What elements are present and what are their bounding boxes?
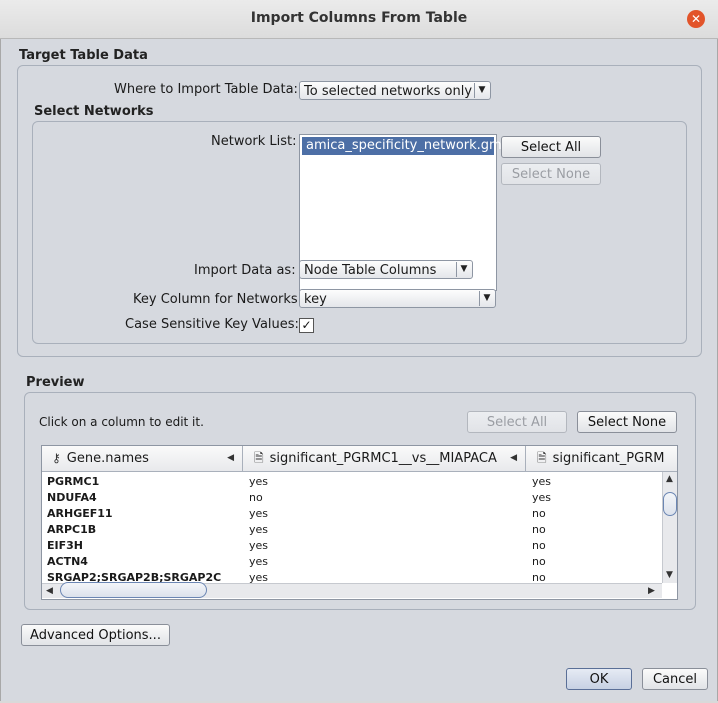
preview-hint: Click on a column to edit it.	[39, 415, 204, 429]
table-header: ⚷ Gene.names ◀ 🗎 significant_PGRMC1__vs__M…	[42, 446, 677, 472]
case-sensitive-label: Case Sensitive Key Values:	[125, 317, 299, 332]
ok-button[interactable]: OK	[566, 668, 632, 690]
column-header-significant-1[interactable]: 🗎 significant_PGRMC1__vs__MIAPACA ◀	[244, 446, 526, 471]
where-to-import-value: To selected networks only	[304, 84, 473, 99]
table-row[interactable]: ARHGEF11 yes no	[42, 506, 662, 522]
column-header-significant-2[interactable]: 🗎 significant_PGRM	[527, 446, 677, 471]
table-row[interactable]: ACTN4 yes no	[42, 554, 662, 570]
scroll-up-icon[interactable]: ▲	[666, 474, 673, 484]
title-bar: Import Columns From Table ✕	[0, 0, 718, 39]
close-icon[interactable]: ✕	[687, 10, 705, 28]
case-sensitive-checkbox[interactable]: ✓	[299, 318, 314, 333]
preview-select-none-button[interactable]: Select None	[577, 411, 677, 433]
advanced-options-button[interactable]: Advanced Options...	[21, 624, 170, 646]
scroll-right-icon[interactable]: ▶	[648, 586, 655, 596]
table-row[interactable]: NDUFA4 no yes	[42, 490, 662, 506]
key-column-label: Key Column for Networks:	[133, 292, 303, 307]
import-data-as-value: Node Table Columns	[304, 263, 437, 278]
where-to-import-combo[interactable]: To selected networks only ▼	[299, 81, 491, 100]
cancel-button[interactable]: Cancel	[642, 668, 708, 690]
chevron-down-icon: ▼	[456, 262, 471, 277]
preview-table[interactable]: ⚷ Gene.names ◀ 🗎 significant_PGRMC1__vs__M…	[41, 445, 678, 600]
key-column-combo[interactable]: key ▼	[299, 289, 496, 308]
window-title: Import Columns From Table	[250, 10, 468, 26]
document-icon: 🗎	[254, 451, 264, 465]
preview-section-label: Preview	[26, 375, 85, 390]
vertical-scroll-thumb[interactable]	[663, 492, 677, 516]
document-icon: 🗎	[537, 451, 547, 465]
networks-select-none-button[interactable]: Select None	[501, 163, 601, 185]
horizontal-scroll-thumb[interactable]	[60, 582, 207, 598]
import-data-as-label: Import Data as:	[194, 263, 296, 278]
sort-arrow-icon: ◀	[510, 453, 517, 463]
preview-select-all-button[interactable]: Select All	[467, 411, 567, 433]
import-data-as-combo[interactable]: Node Table Columns ▼	[299, 260, 473, 279]
where-to-import-label: Where to Import Table Data:	[114, 82, 298, 97]
table-row[interactable]: ARPC1B yes no	[42, 522, 662, 538]
chevron-down-icon: ▼	[474, 83, 489, 98]
scroll-down-icon[interactable]: ▼	[666, 570, 673, 580]
select-networks-section-label: Select Networks	[34, 104, 154, 119]
table-row[interactable]: PGRMC1 yes yes	[42, 474, 662, 490]
network-list-item[interactable]: amica_specificity_network.gml	[302, 137, 505, 155]
key-column-value: key	[304, 292, 327, 307]
chevron-down-icon: ▼	[479, 291, 494, 306]
column-header-gene-names[interactable]: ⚷ Gene.names ◀	[42, 446, 243, 471]
dialog-body: Target Table Data Where to Import Table …	[0, 39, 718, 701]
networks-select-all-button[interactable]: Select All	[501, 136, 601, 158]
horizontal-scrollbar[interactable]: ◀ ▶	[42, 582, 662, 598]
target-table-section-label: Target Table Data	[19, 48, 148, 63]
scroll-left-icon[interactable]: ◀	[46, 586, 53, 596]
table-row[interactable]: EIF3H yes no	[42, 538, 662, 554]
vertical-scrollbar[interactable]: ▲ ▼	[662, 472, 677, 583]
key-icon: ⚷	[52, 451, 61, 465]
sort-arrow-icon: ◀	[227, 453, 234, 463]
network-list-label: Network List:	[211, 134, 297, 149]
